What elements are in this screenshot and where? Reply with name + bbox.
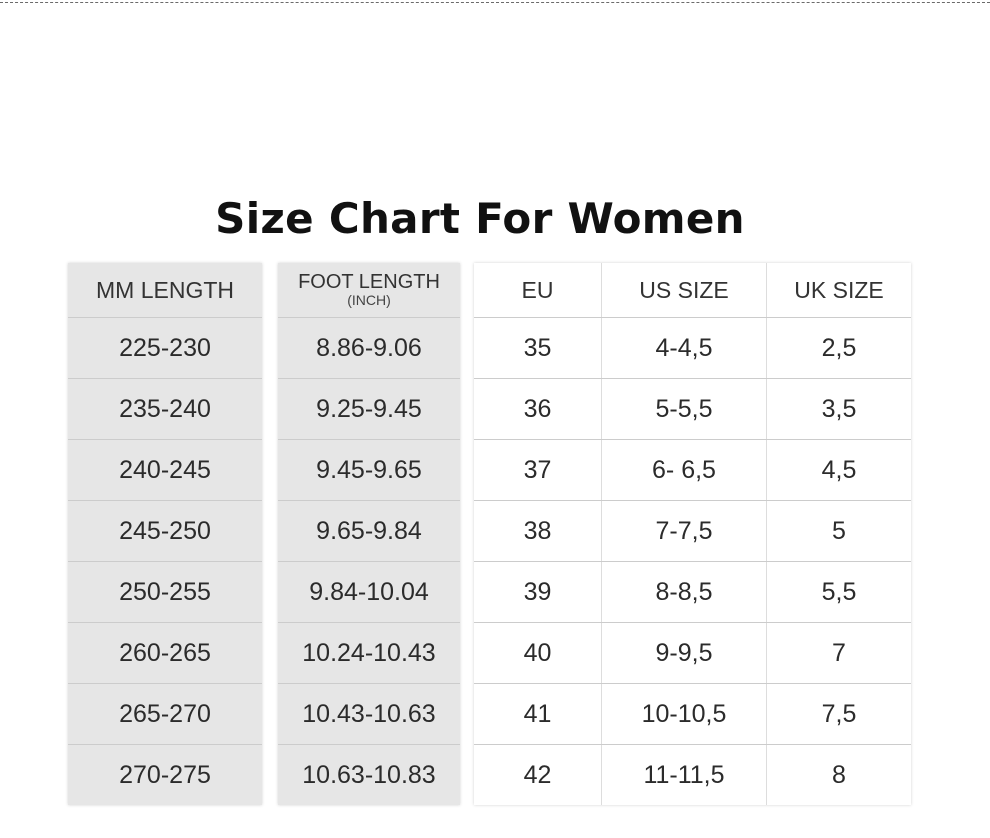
- table-row: 270-275: [68, 744, 262, 805]
- table-row: 265-270: [68, 683, 262, 744]
- foot-length-cell: 10.24-10.43: [302, 638, 436, 667]
- table-row: 39 8-8,5 5,5: [474, 561, 911, 622]
- foot-length-column: FOOT LENGTH (INCH) 8.86-9.06 9.25-9.45 9.4…: [278, 263, 460, 805]
- foot-length-cell: 8.86-9.06: [316, 333, 422, 362]
- mm-length-cell: 260-265: [119, 638, 211, 667]
- table-row: 9.25-9.45: [278, 378, 460, 439]
- table-row: 10.63-10.83: [278, 744, 460, 805]
- uk-size-cell: 5: [766, 501, 911, 561]
- eu-size-cell: 40: [523, 638, 552, 667]
- table-row: 41 10-10,5 7,5: [474, 683, 911, 744]
- uk-size-cell: 7: [766, 623, 911, 683]
- header-mm-length: MM LENGTH: [96, 276, 234, 303]
- uk-size-cell: 7,5: [766, 684, 911, 744]
- eu-size-cell: 37: [523, 455, 552, 484]
- table-row: 240-245: [68, 439, 262, 500]
- header-eu: EU: [521, 276, 554, 303]
- us-size-cell: 9-9,5: [601, 623, 766, 683]
- eu-size-cell: 38: [523, 516, 552, 545]
- foot-length-cell: 10.43-10.63: [302, 699, 436, 728]
- eu-size-cell: 39: [523, 577, 552, 606]
- us-size-cell: 6- 6,5: [601, 440, 766, 500]
- mm-length-column: MM LENGTH 225-230 235-240 240-245 245-250 25…: [68, 263, 262, 805]
- page-title: Size Chart For Women: [215, 194, 745, 243]
- table-row: 36 5-5,5 3,5: [474, 378, 911, 439]
- top-dashed-border: [0, 2, 990, 3]
- foot-length-cell: 9.25-9.45: [316, 394, 422, 423]
- size-chart-page: Size Chart For Women MM LENGTH 225-230 23…: [0, 0, 990, 838]
- table-row: 40 9-9,5 7: [474, 622, 911, 683]
- uk-size-cell: 4,5: [766, 440, 911, 500]
- us-size-cell: 7-7,5: [601, 501, 766, 561]
- mm-length-cell: 225-230: [119, 333, 211, 362]
- mm-length-cell: 265-270: [119, 699, 211, 728]
- table-row: 235-240: [68, 378, 262, 439]
- table-row: 42 11-11,5 8: [474, 744, 911, 805]
- foot-length-cell: 10.63-10.83: [302, 760, 436, 789]
- table-row: 9.65-9.84: [278, 500, 460, 561]
- uk-size-cell: 3,5: [766, 379, 911, 439]
- foot-length-cell: 9.45-9.65: [316, 455, 422, 484]
- table-row: 35 4-4,5 2,5: [474, 317, 911, 378]
- table-row: 225-230: [68, 317, 262, 378]
- mm-length-cell: 240-245: [119, 455, 211, 484]
- eu-size-cell: 35: [523, 333, 552, 362]
- table-row: 9.84-10.04: [278, 561, 460, 622]
- table-row: 10.24-10.43: [278, 622, 460, 683]
- uk-size-cell: 8: [766, 745, 911, 805]
- mm-length-cell: 245-250: [119, 516, 211, 545]
- header-row: EU US SIZE UK SIZE: [474, 263, 911, 317]
- us-size-cell: 8-8,5: [601, 562, 766, 622]
- table-row: 37 6- 6,5 4,5: [474, 439, 911, 500]
- foot-length-cell: 9.84-10.04: [309, 577, 429, 606]
- header-uk-size: UK SIZE: [766, 263, 911, 317]
- eu-size-cell: 42: [523, 760, 552, 789]
- header-us-size: US SIZE: [601, 263, 766, 317]
- foot-length-cell: 9.65-9.84: [316, 516, 422, 545]
- table-row: 10.43-10.63: [278, 683, 460, 744]
- us-size-cell: 11-11,5: [601, 745, 766, 805]
- uk-size-cell: 2,5: [766, 318, 911, 378]
- header-foot-length-unit: (INCH): [347, 292, 391, 309]
- eu-size-cell: 36: [523, 394, 552, 423]
- us-size-cell: 5-5,5: [601, 379, 766, 439]
- us-size-cell: 10-10,5: [601, 684, 766, 744]
- header-foot-length: FOOT LENGTH (INCH): [278, 263, 460, 317]
- table-row: 38 7-7,5 5: [474, 500, 911, 561]
- table-row: 260-265: [68, 622, 262, 683]
- table-row: 8.86-9.06: [278, 317, 460, 378]
- header-row: MM LENGTH: [68, 263, 262, 317]
- table-row: 250-255: [68, 561, 262, 622]
- size-conversion-columns: EU US SIZE UK SIZE 35 4-4,5 2,5 36 5-5,5 3,5 3…: [474, 263, 911, 805]
- us-size-cell: 4-4,5: [601, 318, 766, 378]
- mm-length-cell: 270-275: [119, 760, 211, 789]
- eu-size-cell: 41: [523, 699, 552, 728]
- mm-length-cell: 235-240: [119, 394, 211, 423]
- table-row: 245-250: [68, 500, 262, 561]
- mm-length-cell: 250-255: [119, 577, 211, 606]
- header-row: FOOT LENGTH (INCH): [278, 263, 460, 317]
- uk-size-cell: 5,5: [766, 562, 911, 622]
- table-row: 9.45-9.65: [278, 439, 460, 500]
- header-foot-length-label: FOOT LENGTH: [298, 271, 440, 294]
